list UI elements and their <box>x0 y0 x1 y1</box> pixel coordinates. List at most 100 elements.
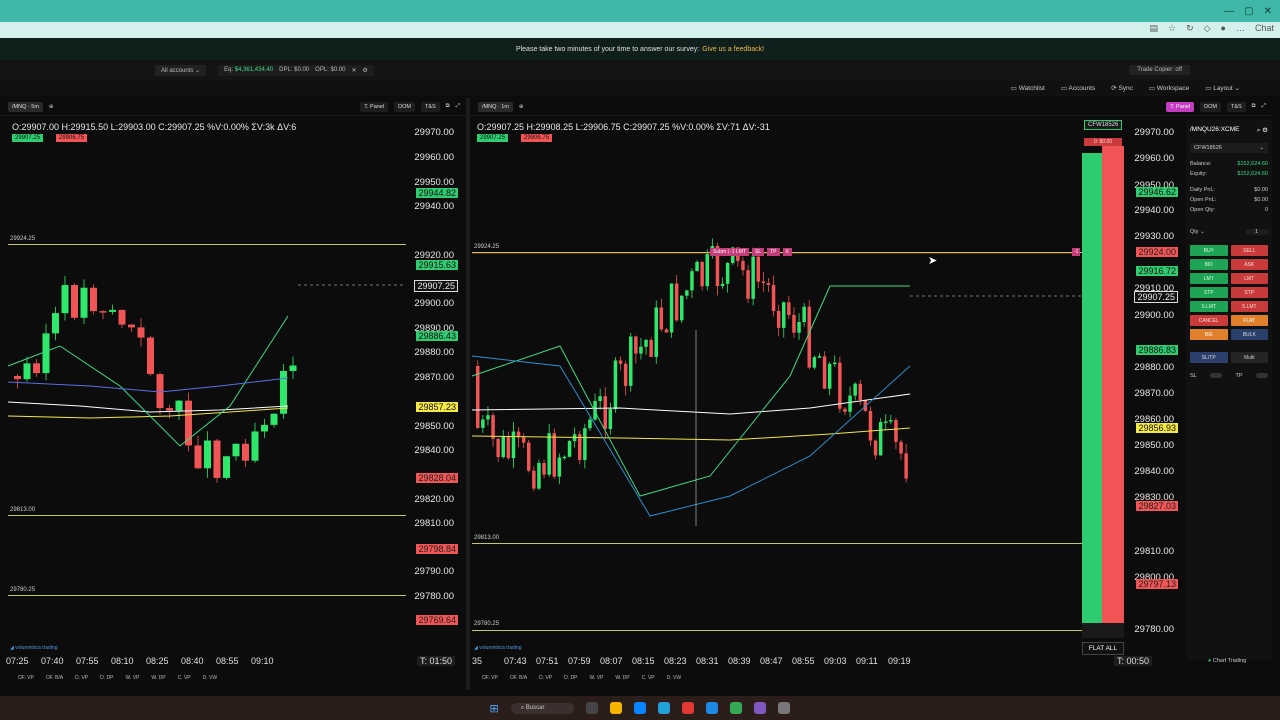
tpanel-button[interactable]: T. Panel <box>1166 101 1195 112</box>
windows-start-icon[interactable]: ⊞ <box>490 702 499 715</box>
left-time-axis[interactable]: 07:25 07:40 07:55 08:10 08:25 08:40 08:55 09:10 <box>6 656 286 666</box>
flat-all-button[interactable]: FLAT ALL <box>1082 642 1124 655</box>
bottom-tab[interactable]: D. VP <box>539 675 552 687</box>
qty-row[interactable]: Qty ⌄ 1 <box>1186 227 1272 237</box>
working-order-line[interactable]: Subm | -1 LMT SL TP X <box>710 248 792 256</box>
bottom-tab[interactable]: D. DP <box>100 675 113 687</box>
order-button-bid[interactable]: BID <box>1190 259 1228 270</box>
bid-zone[interactable] <box>1082 153 1102 623</box>
taskbar-search[interactable]: ⌕ Buscar <box>510 702 575 714</box>
task-view-icon[interactable] <box>586 702 599 714</box>
ts-button[interactable]: T&S <box>420 101 440 112</box>
window-controls[interactable]: — ▢ ✕ <box>1224 0 1280 22</box>
settings-icon[interactable]: ⚙ <box>363 67 368 74</box>
order-symbol[interactable]: /MNQU26:XCME <box>1190 126 1239 135</box>
accounts-dropdown[interactable]: All accounts ⌄ <box>155 64 207 76</box>
gear-icon[interactable]: ⚙ <box>1262 127 1268 134</box>
popout-icon[interactable]: ⧉ <box>446 103 450 110</box>
close-icon[interactable]: ✕ <box>1264 6 1272 17</box>
account-tag[interactable]: CFW18526 <box>1084 120 1123 130</box>
bottom-tab[interactable]: W. DP <box>151 675 165 687</box>
minimize-icon[interactable]: — <box>1224 6 1234 17</box>
bottom-tab[interactable]: OF. VP <box>18 675 34 687</box>
app-icon[interactable] <box>754 702 767 714</box>
nav-watchlist[interactable]: ▭ Watchlist <box>1011 84 1045 92</box>
refresh-icon[interactable]: ↻ <box>1186 23 1194 34</box>
order-button-cancel[interactable]: CANCEL <box>1190 315 1228 326</box>
survey-link[interactable]: Give us a feedback! <box>702 46 764 53</box>
order-symbol-row[interactable]: /MNQU26:XCME ⌕ ⚙ <box>1186 120 1272 137</box>
account-selector[interactable]: CFW18526 ⌄ <box>1190 143 1268 153</box>
reader-icon[interactable]: ▤ <box>1149 23 1158 34</box>
left-candlestick-chart[interactable] <box>0 116 406 656</box>
tp-toggle[interactable] <box>1255 373 1268 378</box>
expand-icon[interactable]: ⤢ <box>1262 103 1266 110</box>
bottom-tab[interactable]: OF. B/A <box>46 675 63 687</box>
bottom-tab[interactable]: C. VP <box>642 675 655 687</box>
dom-order-bar[interactable]: CFW18526 0: $0.00 <box>1082 120 1124 656</box>
order-button-slmt[interactable]: S.LMT <box>1190 301 1228 312</box>
symbol-selector[interactable]: /MNQ · 1m <box>478 101 513 112</box>
sl-toggle[interactable] <box>1210 373 1223 378</box>
bottom-tab[interactable]: D. VP <box>75 675 88 687</box>
left-price-axis[interactable]: 29970.00 29960.00 29950.00 29940.00 2992… <box>406 116 462 656</box>
order-button-flat[interactable]: FLAT <box>1230 315 1268 326</box>
symbol-selector[interactable]: /MNQ · 5m <box>8 101 43 112</box>
order-button-slmt[interactable]: S.LMT <box>1230 301 1268 312</box>
order-cancel-button[interactable]: X <box>782 248 792 256</box>
qty-selector[interactable]: Qty ⌄ <box>1190 229 1205 235</box>
sl-tp-toggles[interactable]: SL TP <box>1186 371 1272 381</box>
bottom-tab[interactable]: D. VW <box>203 675 217 687</box>
nav-workspace[interactable]: ▭ Workspace <box>1149 84 1189 92</box>
popout-icon[interactable]: ⧉ <box>1252 103 1256 110</box>
search-icon[interactable]: ⌕ <box>1257 127 1261 134</box>
order-button-ask[interactable]: ASK <box>1230 259 1268 270</box>
maximize-icon[interactable]: ▢ <box>1244 6 1253 17</box>
ask-zone[interactable] <box>1102 146 1124 624</box>
star-icon[interactable]: ☆ <box>1168 23 1176 34</box>
copilot-icon[interactable]: Chat <box>1255 23 1274 34</box>
close-icon[interactable]: ✕ <box>352 67 357 74</box>
order-submit-tag[interactable]: Subm | -1 LMT <box>710 248 749 256</box>
order-sl-button[interactable]: SL <box>751 248 765 256</box>
ts-button[interactable]: T&S <box>1226 101 1246 112</box>
right-time-axis[interactable]: 35 07:43 07:51 07:59 08:07 08:15 08:23 08:31 08:… <box>472 656 920 666</box>
order-button-buy[interactable]: BUY <box>1190 245 1228 256</box>
order-button-lmt[interactable]: LMT <box>1230 273 1268 284</box>
help-icon[interactable] <box>706 702 719 714</box>
right-candlestick-chart[interactable] <box>470 116 1082 656</box>
order-button-stp[interactable]: STP <box>1230 287 1268 298</box>
app-icon[interactable] <box>778 702 791 714</box>
bottom-tab[interactable]: OF. B/A <box>510 675 527 687</box>
bottom-tab[interactable]: W. VP <box>589 675 603 687</box>
bottom-tab[interactable]: C. VP <box>178 675 191 687</box>
order-button-stp[interactable]: STP <box>1190 287 1228 298</box>
qty-input[interactable]: 1 <box>1244 229 1268 235</box>
order-button-lmt[interactable]: LMT <box>1190 273 1228 284</box>
nav-layout[interactable]: ▭ Layout ⌄ <box>1205 84 1240 92</box>
trade-copier-status[interactable]: Trade Copier: off <box>1129 65 1190 75</box>
edge-icon[interactable] <box>634 702 647 714</box>
extension-icon[interactable]: ◇ <box>1204 23 1211 34</box>
bottom-tab[interactable]: D. VW <box>667 675 681 687</box>
right-price-axis[interactable]: 29970.00 29960.00 29950.00 29940.00 2993… <box>1126 116 1182 656</box>
add-icon[interactable]: ⊕ <box>49 104 54 110</box>
bottom-tab[interactable]: W. VP <box>125 675 139 687</box>
add-icon[interactable]: ⊕ <box>519 104 524 110</box>
order-qty-tag[interactable]: -1 <box>1072 248 1081 256</box>
store-icon[interactable] <box>658 702 671 714</box>
settings-icon[interactable]: … <box>1236 23 1245 34</box>
order-button-be[interactable]: B/E <box>1190 329 1228 340</box>
order-button-sell[interactable]: SELL <box>1230 245 1268 256</box>
multi-tab[interactable]: Multi <box>1230 352 1268 363</box>
bottom-tab[interactable]: OF. VP <box>482 675 498 687</box>
nav-accounts[interactable]: ▭ Accounts <box>1061 84 1095 92</box>
chrome-icon[interactable] <box>730 702 743 714</box>
sltp-tab[interactable]: SL/TP <box>1190 352 1228 363</box>
app-icon[interactable] <box>682 702 695 714</box>
dom-button[interactable]: DOM <box>394 101 415 112</box>
bottom-tab[interactable]: W. DP <box>615 675 629 687</box>
profile-icon[interactable]: ● <box>1221 23 1226 34</box>
expand-icon[interactable]: ⤢ <box>456 103 460 110</box>
dom-button[interactable]: DOM <box>1200 101 1221 112</box>
